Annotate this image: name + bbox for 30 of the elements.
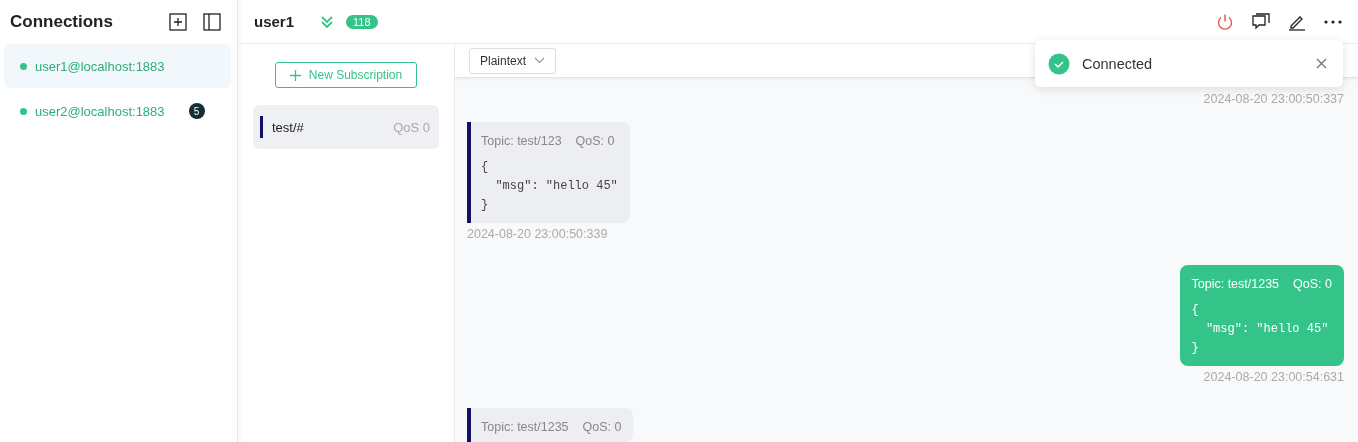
message-qos: QoS: 0 xyxy=(582,420,622,434)
toast-message: Connected xyxy=(1082,55,1154,72)
message-topic: Topic: test/123 xyxy=(481,134,562,148)
message-qos: QoS: 0 xyxy=(1293,277,1332,291)
sidebar-toggle-icon[interactable] xyxy=(203,13,221,31)
message-qos: QoS: 0 xyxy=(575,134,615,148)
more-icon[interactable] xyxy=(1324,19,1342,24)
power-icon[interactable] xyxy=(1216,12,1234,31)
message-payload: { "msg": "hello 45" } xyxy=(481,159,618,214)
message-time: 2024-08-20 23:00:54:631 xyxy=(1203,370,1344,384)
caret-icon xyxy=(534,57,546,64)
connection-item[interactable]: user2@localhost:1883 5 xyxy=(4,89,231,133)
success-icon xyxy=(1048,52,1070,75)
plus-icon xyxy=(289,69,301,81)
add-icon[interactable] xyxy=(169,13,187,31)
close-icon[interactable] xyxy=(1316,58,1327,69)
message-payload: { "msg": "hello 45" } xyxy=(1191,302,1330,357)
format-dropdown[interactable]: Plaintext xyxy=(469,47,557,74)
message-topic: Topic: test/1235 xyxy=(1191,277,1280,291)
message-count-badge: 118 xyxy=(346,14,378,29)
subscription-item[interactable]: test/# QoS 0 xyxy=(253,105,439,149)
message-time: 2024-08-20 23:00:50:337 xyxy=(1203,92,1344,106)
chat-icon[interactable] xyxy=(1252,12,1270,31)
unread-badge: 5 xyxy=(188,103,205,119)
sidebar-title: Connections xyxy=(10,12,114,32)
message-topic: Topic: test/1235 xyxy=(481,420,569,434)
status-dot xyxy=(20,107,27,115)
status-dot xyxy=(20,62,27,70)
message-time: 2024-08-20 23:00:50:339 xyxy=(467,227,608,241)
connection-title: user1 xyxy=(254,13,295,30)
